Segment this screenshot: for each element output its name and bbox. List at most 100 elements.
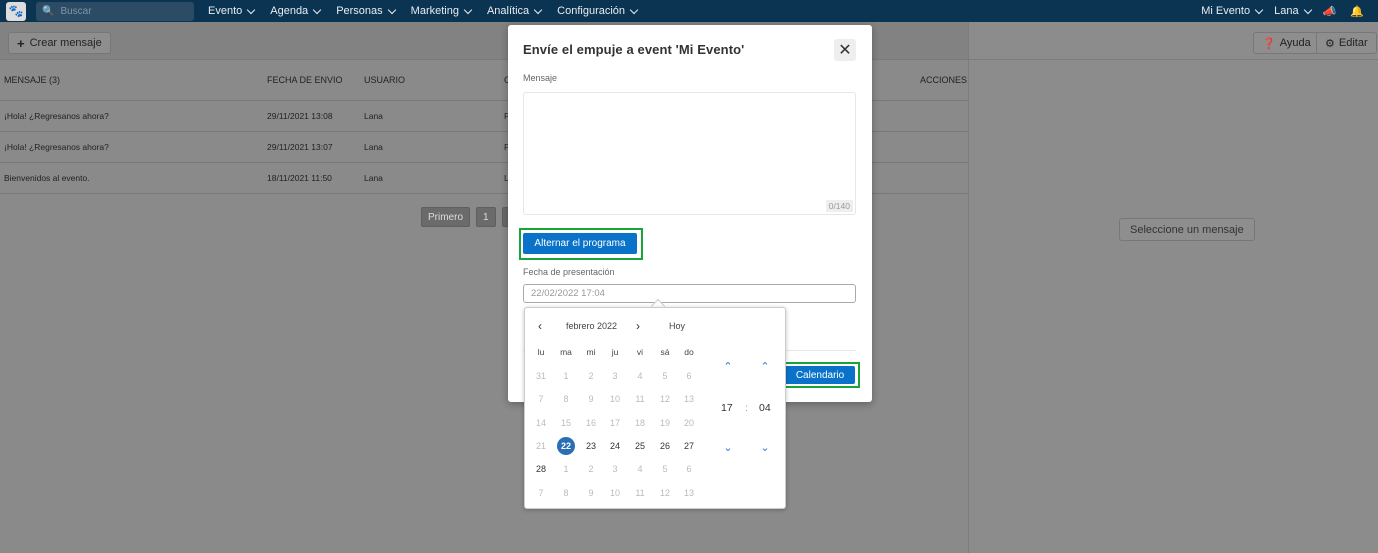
calendar-day[interactable]: 5 — [656, 367, 674, 385]
calendar-day[interactable]: 3 — [606, 367, 624, 385]
app-logo-icon[interactable]: 🐾 — [6, 1, 26, 21]
calendar-day[interactable]: 31 — [532, 367, 550, 385]
select-message-label: Seleccione un mensaje — [1130, 223, 1244, 236]
search-box[interactable]: 🔍 Buscar — [36, 1, 194, 21]
calendar-day[interactable]: 2 — [582, 460, 600, 478]
today-button[interactable]: Hoy — [669, 321, 685, 331]
calendar-day-selected[interactable]: 22 — [557, 436, 575, 455]
row-user: Lana — [364, 111, 383, 121]
chevron-down-icon — [1254, 5, 1264, 14]
select-message-button[interactable]: Seleccione un mensaje — [1119, 218, 1255, 241]
row-message: Bienvenidos al evento. — [4, 173, 90, 183]
search-icon: 🔍 — [42, 5, 55, 17]
message-textarea[interactable]: 0/140 — [523, 92, 856, 215]
calendar-day[interactable]: 27 — [680, 437, 698, 455]
calendar-day[interactable]: 11 — [631, 390, 649, 408]
bell-icon[interactable]: 🔔 — [1350, 5, 1364, 18]
calendar-day[interactable]: 25 — [631, 437, 649, 455]
edit-button[interactable]: ⚙ Editar — [1316, 32, 1377, 54]
create-message-label: Crear mensaje — [29, 37, 102, 49]
menu-evento[interactable]: Evento — [208, 5, 256, 17]
calendar-day[interactable]: 6 — [680, 460, 698, 478]
date-input[interactable]: 22/02/2022 17:04 — [523, 284, 856, 303]
gear-icon: ⚙ — [1325, 37, 1335, 50]
help-button[interactable]: ❓ Ayuda — [1253, 32, 1320, 54]
weekday-label: do — [684, 347, 694, 357]
calendar-day[interactable]: 26 — [656, 437, 674, 455]
minute-up-icon[interactable]: ⌃ — [757, 360, 773, 373]
menu-configuracion[interactable]: Configuración — [557, 5, 639, 17]
calendar-day[interactable]: 18 — [631, 414, 649, 432]
calendar-day[interactable]: 24 — [606, 437, 624, 455]
chevron-left-icon[interactable]: ‹ — [538, 320, 542, 332]
calendar-day[interactable]: 8 — [557, 390, 575, 408]
calendar-day[interactable]: 11 — [631, 484, 649, 502]
chevron-down-icon — [533, 5, 543, 14]
calendar-day[interactable]: 23 — [582, 437, 600, 455]
chevron-down-icon — [312, 5, 322, 14]
calendar-day[interactable]: 14 — [532, 414, 550, 432]
create-message-button[interactable]: + Crear mensaje — [8, 32, 111, 54]
menu-label: Agenda — [270, 5, 309, 17]
calendar-day[interactable]: 19 — [656, 414, 674, 432]
calendar-day[interactable]: 3 — [606, 460, 624, 478]
calendar-day[interactable]: 7 — [532, 390, 550, 408]
menu-label: Analítica — [486, 5, 530, 17]
calendar-day[interactable]: 28 — [532, 460, 550, 478]
top-navbar: 🐾 🔍 Buscar Evento Agenda Personas Market… — [0, 0, 1378, 22]
calendar-day[interactable]: 13 — [680, 390, 698, 408]
menu-analitica[interactable]: Analítica — [486, 5, 543, 17]
close-icon[interactable]: ✕ — [834, 39, 856, 61]
datetime-picker: ‹ febrero 2022 › Hoy lu ma mi ju vi sá do 31 1 2… — [524, 307, 786, 509]
calendar-day[interactable]: 21 — [532, 437, 550, 455]
row-date: 29/11/2021 13:07 — [267, 142, 333, 152]
calendar-day[interactable]: 2 — [582, 367, 600, 385]
calendar-day[interactable]: 12 — [656, 390, 674, 408]
hour-value[interactable]: 17 — [721, 402, 733, 414]
calendar-day[interactable]: 7 — [532, 484, 550, 502]
event-selector[interactable]: Mi Evento — [1201, 5, 1264, 17]
calendar-day[interactable]: 4 — [631, 460, 649, 478]
calendar-day[interactable]: 8 — [557, 484, 575, 502]
header-date[interactable]: FECHA DE ENVIO — [267, 60, 343, 100]
month-label[interactable]: febrero 2022 — [566, 321, 617, 331]
header-user[interactable]: USUARIO — [364, 60, 405, 100]
hour-down-icon[interactable]: ⌄ — [720, 441, 736, 454]
calendar-day[interactable]: 17 — [606, 414, 624, 432]
calendar-day[interactable]: 1 — [557, 460, 575, 478]
search-input[interactable]: Buscar — [60, 6, 91, 17]
calendar-day[interactable]: 9 — [582, 484, 600, 502]
menu-agenda[interactable]: Agenda — [270, 5, 322, 17]
row-user: Lana — [364, 173, 383, 183]
calendar-day[interactable]: 5 — [656, 460, 674, 478]
date-label: Fecha de presentación — [523, 267, 615, 277]
header-message[interactable]: MENSAJE (3) — [4, 60, 60, 100]
header-actions: ACCIONES — [920, 75, 968, 85]
menu-marketing[interactable]: Marketing — [411, 5, 473, 17]
calendar-day[interactable]: 9 — [582, 390, 600, 408]
calendar-day[interactable]: 10 — [606, 484, 624, 502]
chevron-down-icon — [463, 5, 473, 14]
chevron-right-icon[interactable]: › — [636, 320, 640, 332]
calendar-button[interactable]: Calendario — [785, 366, 855, 384]
menu-personas[interactable]: Personas — [336, 5, 396, 17]
calendar-day[interactable]: 1 — [557, 367, 575, 385]
pager-page-1[interactable]: 1 — [476, 207, 496, 227]
question-circle-icon: ❓ — [1262, 37, 1276, 50]
calendar-day[interactable]: 12 — [656, 484, 674, 502]
calendar-day[interactable]: 4 — [631, 367, 649, 385]
user-menu[interactable]: Lana — [1274, 5, 1312, 17]
minute-value[interactable]: 04 — [759, 402, 771, 414]
pager-first-button[interactable]: Primero — [421, 207, 471, 227]
hour-up-icon[interactable]: ⌃ — [720, 360, 736, 373]
calendar-day[interactable]: 16 — [582, 414, 600, 432]
toggle-schedule-button[interactable]: Alternar el programa — [523, 233, 637, 254]
megaphone-icon[interactable]: 📣 — [1323, 5, 1337, 18]
calendar-day[interactable]: 20 — [680, 414, 698, 432]
calendar-day[interactable]: 10 — [606, 390, 624, 408]
minute-down-icon[interactable]: ⌄ — [757, 441, 773, 454]
calendar-day[interactable]: 15 — [557, 414, 575, 432]
calendar-day[interactable]: 13 — [680, 484, 698, 502]
help-label: Ayuda — [1279, 37, 1311, 49]
calendar-day[interactable]: 6 — [680, 367, 698, 385]
